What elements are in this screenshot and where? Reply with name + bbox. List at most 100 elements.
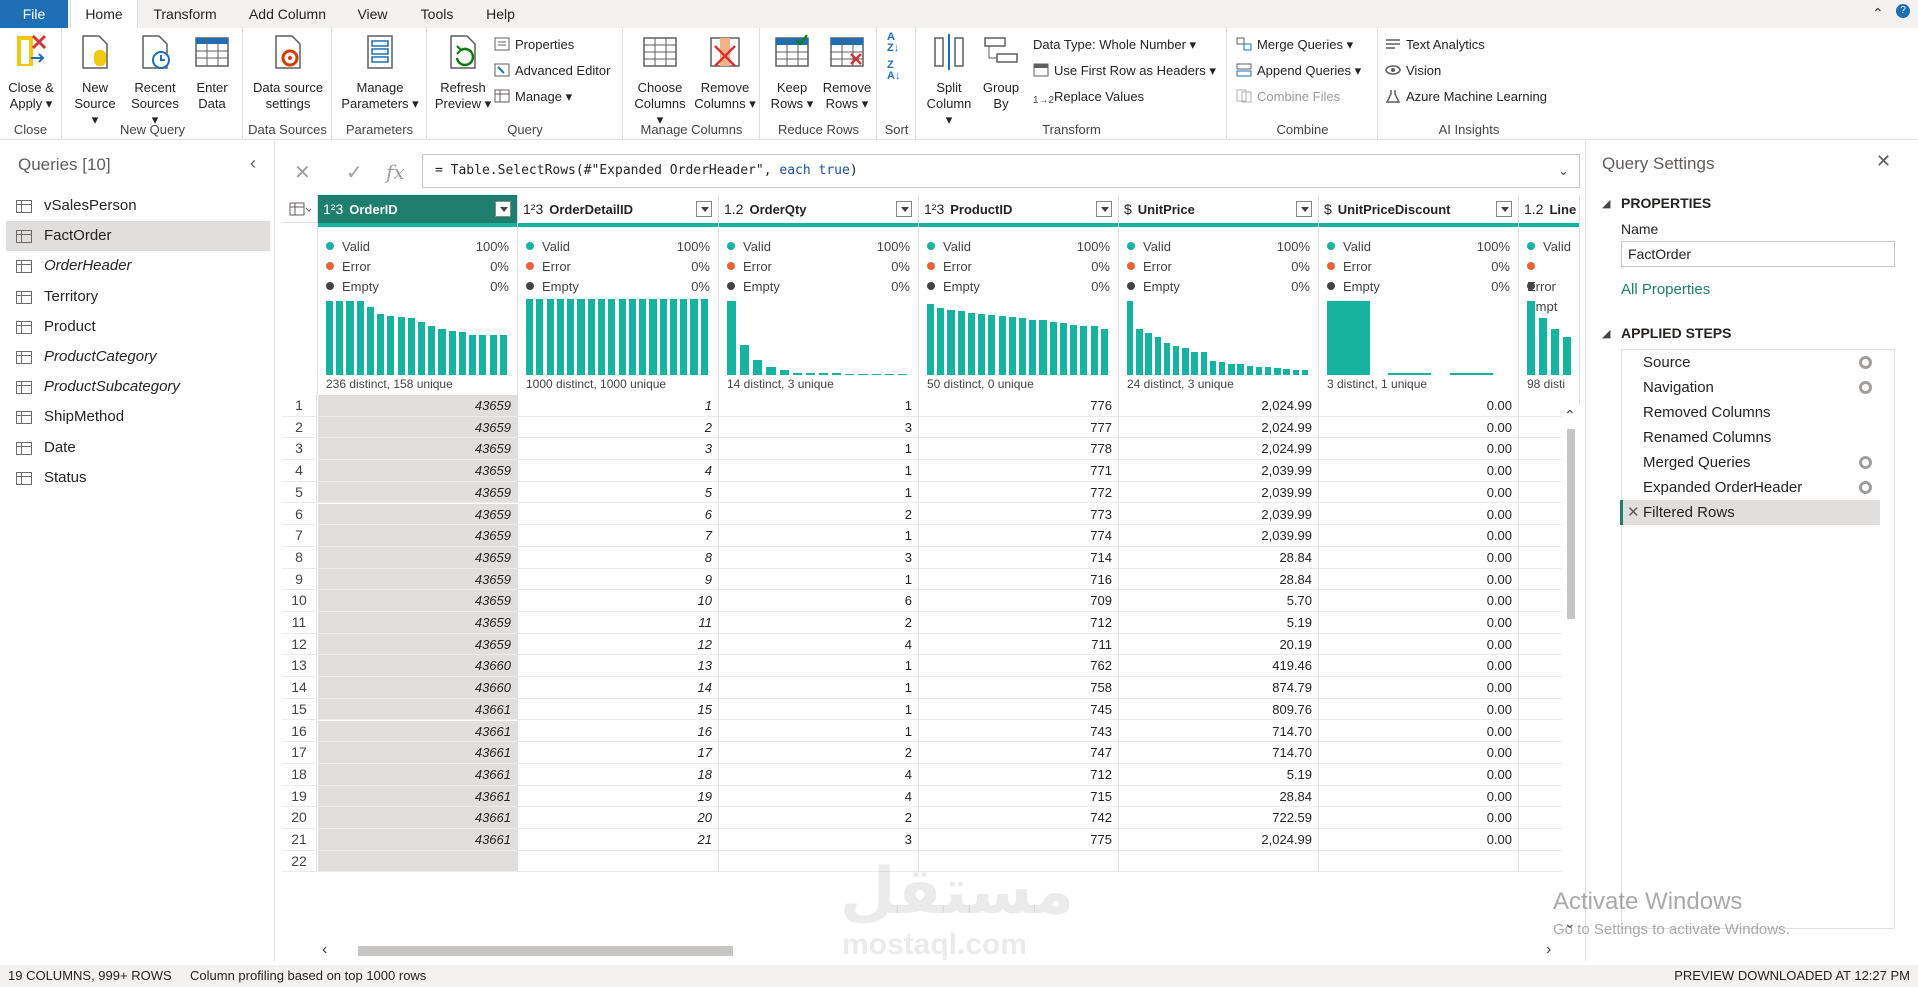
table-cell[interactable]: 774 — [919, 525, 1119, 547]
table-cell[interactable]: 0.00 — [1319, 503, 1519, 526]
table-cell[interactable]: 20.19 — [1119, 633, 1319, 656]
histogram-bar[interactable] — [608, 299, 616, 375]
table-cell[interactable]: 4 — [719, 763, 919, 786]
table-cell[interactable]: 0.00 — [1319, 677, 1519, 699]
histogram-bar[interactable] — [1237, 364, 1244, 375]
split-column-button[interactable]: Split Column ▾ — [923, 32, 975, 128]
histogram-bar[interactable] — [871, 374, 881, 375]
table-cell[interactable]: 0.00 — [1319, 546, 1519, 569]
table-cell[interactable]: 43661 — [318, 807, 518, 829]
table-cell[interactable]: 0.00 — [1319, 633, 1519, 656]
column-header[interactable]: 1²3 OrderID — [318, 195, 518, 223]
table-cell[interactable]: 712 — [919, 612, 1119, 634]
histogram-bar[interactable] — [967, 312, 976, 375]
table-cell[interactable]: 3 — [518, 438, 719, 461]
table-cell[interactable]: 2 — [518, 416, 719, 439]
histogram-bar[interactable] — [1173, 346, 1180, 375]
close-settings-icon[interactable]: ✕ — [1876, 151, 1891, 172]
histogram-bar[interactable] — [753, 359, 763, 375]
table-cell[interactable]: 18 — [518, 763, 719, 786]
append-queries-button[interactable]: Append Queries ▾ — [1236, 60, 1361, 82]
table-cell[interactable]: 2,024.99 — [1119, 829, 1319, 851]
histogram-bar[interactable] — [1182, 348, 1189, 375]
histogram-bar[interactable] — [1274, 368, 1281, 375]
histogram-bar[interactable] — [832, 373, 842, 375]
histogram-bar[interactable] — [1019, 318, 1027, 375]
enter-data-button[interactable]: Enter Data — [189, 32, 235, 112]
histogram-bar[interactable] — [897, 374, 908, 375]
table-cell[interactable]: 6 — [518, 503, 719, 526]
keep-rows-button[interactable]: Keep Rows ▾ — [767, 32, 817, 112]
table-cell[interactable]: 0.00 — [1319, 590, 1519, 612]
remove-rows-button[interactable]: Remove Rows ▾ — [821, 32, 873, 112]
applied-step[interactable]: Source — [1620, 350, 1880, 375]
column-filter-dropdown[interactable] — [1496, 201, 1512, 217]
horizontal-scroll-thumb[interactable] — [358, 946, 733, 956]
table-cell[interactable]: 0.00 — [1319, 720, 1519, 743]
histogram-bar[interactable] — [479, 335, 487, 375]
histogram-bar[interactable] — [418, 321, 426, 375]
table-cell[interactable]: 758 — [919, 677, 1119, 699]
histogram-bar[interactable] — [998, 315, 1006, 375]
table-cell[interactable]: 1 — [719, 395, 919, 417]
column-filter-dropdown[interactable] — [1296, 201, 1312, 217]
refresh-preview-button[interactable]: Refresh Preview ▾ — [434, 32, 492, 112]
new-source-button[interactable]: New Source ▾ — [71, 32, 119, 128]
histogram-bar[interactable] — [438, 329, 446, 375]
table-cell[interactable]: 777 — [919, 416, 1119, 439]
histogram-bar[interactable] — [669, 299, 678, 375]
table-cell[interactable]: 772 — [919, 481, 1119, 504]
close-apply-button[interactable]: Close & Apply ▾ — [4, 32, 58, 112]
histogram-bar[interactable] — [659, 299, 667, 375]
table-cell[interactable]: 7 — [518, 525, 719, 547]
table-cell[interactable]: 43659 — [318, 525, 518, 547]
step-settings-gear-icon[interactable] — [1859, 481, 1872, 494]
table-cell[interactable]: 778 — [919, 438, 1119, 461]
table-cell[interactable] — [318, 850, 518, 873]
table-cell[interactable]: 0.00 — [1319, 785, 1519, 808]
table-cell[interactable]: 0.00 — [1319, 698, 1519, 721]
choose-columns-button[interactable]: Choose Columns ▾ — [630, 32, 690, 128]
table-cell[interactable]: 19 — [518, 785, 719, 808]
tab-home[interactable]: Home — [70, 0, 138, 28]
manage-button[interactable]: Manage ▾ — [494, 86, 572, 108]
table-cell[interactable]: 2,024.99 — [1119, 416, 1319, 439]
table-cell[interactable]: 2,039.99 — [1119, 481, 1319, 504]
data-type-dropdown[interactable]: Data Type: Whole Number ▾ — [1033, 34, 1196, 56]
table-cell[interactable]: 722.59 — [1119, 807, 1319, 829]
table-cell[interactable]: 43659 — [318, 590, 518, 612]
histogram-bar[interactable] — [884, 374, 894, 375]
column-header[interactable]: 1²3 OrderDetailID — [518, 195, 719, 223]
table-cell[interactable]: 1 — [518, 395, 719, 417]
histogram-bar[interactable] — [1255, 366, 1263, 375]
table-cell[interactable]: 43661 — [318, 742, 518, 764]
histogram-bar[interactable] — [1283, 368, 1290, 375]
table-cell[interactable]: 2,024.99 — [1119, 395, 1319, 417]
table-cell[interactable]: 745 — [919, 698, 1119, 721]
query-item[interactable]: Status — [6, 463, 270, 493]
table-cell[interactable]: 0.00 — [1319, 460, 1519, 482]
table-cell[interactable]: 43661 — [318, 785, 518, 808]
cancel-formula-icon[interactable]: ✕ — [294, 160, 311, 185]
query-item[interactable]: ShipMethod — [6, 402, 270, 432]
table-cell[interactable]: 43659 — [318, 568, 518, 591]
row-number[interactable]: 12 — [282, 633, 317, 656]
help-icon[interactable]: ? — [1896, 4, 1910, 18]
table-cell[interactable]: 0.00 — [1319, 416, 1519, 439]
table-cell[interactable]: 773 — [919, 503, 1119, 526]
histogram-bar[interactable] — [1039, 320, 1047, 375]
row-number[interactable]: 10 — [282, 590, 317, 612]
column-type-icon[interactable]: 1²3 — [323, 201, 343, 217]
table-cell[interactable]: 4 — [719, 785, 919, 808]
histogram-bar[interactable] — [618, 299, 626, 375]
tab-add-column[interactable]: Add Column — [240, 0, 335, 28]
histogram-bar[interactable] — [536, 299, 544, 375]
row-number[interactable]: 6 — [282, 503, 317, 526]
column-header[interactable]: $ UnitPriceDiscount — [1319, 195, 1519, 223]
table-cell[interactable]: 715 — [919, 785, 1119, 808]
vision-button[interactable]: Vision — [1385, 60, 1441, 82]
table-cell[interactable]: 11 — [518, 612, 719, 634]
table-cell[interactable]: 709 — [919, 590, 1119, 612]
row-number[interactable]: 3 — [282, 438, 317, 461]
table-cell[interactable]: 0.00 — [1319, 438, 1519, 461]
